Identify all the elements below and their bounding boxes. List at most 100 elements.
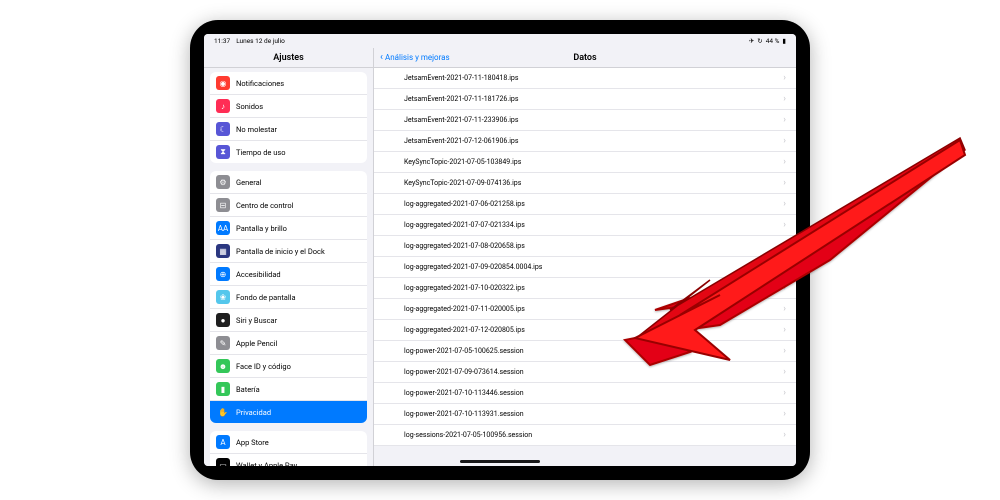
sidebar-item-face-id-y-c-digo[interactable]: ☻Face ID y código [210,355,367,378]
chevron-right-icon: › [783,283,786,293]
file-row[interactable]: log-aggregated-2021-07-12-020805.ips› [374,320,796,341]
chevron-right-icon: › [783,136,786,146]
sidebar-item-label: Batería [236,385,260,394]
file-name: log-sessions-2021-07-05-100956.session [404,431,532,439]
file-row[interactable]: log-power-2021-07-09-073614.session› [374,362,796,383]
file-row[interactable]: log-power-2021-07-10-113446.session› [374,383,796,404]
file-row[interactable]: log-aggregated-2021-07-06-021258.ips › [374,194,796,215]
file-name: log-aggregated-2021-07-11-020005.ips [404,305,525,313]
chevron-right-icon: › [783,199,786,209]
ipad-frame: 11:37 Lunes 12 de julio ✈ ↻ 44 % ▮ Ajust… [190,20,810,480]
file-row[interactable]: KeySyncTopic-2021-07-05-103849.ips › [374,152,796,173]
sidebar-icon: ◉ [216,76,230,90]
sidebar-item-app-store[interactable]: AApp Store [210,431,367,454]
header-row: Ajustes ‹ Análisis y mejoras Datos [204,48,796,68]
sidebar-item-label: Accesibilidad [236,270,281,279]
status-date: Lunes 12 de julio [236,37,285,45]
file-name: log-power-2021-07-05-100625.session [404,347,524,355]
sidebar-icon: ☻ [216,359,230,373]
chevron-right-icon: › [783,157,786,167]
home-indicator[interactable] [460,460,540,463]
sidebar-item-label: Wallet y Apple Pay [236,461,297,467]
sidebar-icon: ⚙ [216,175,230,189]
sidebar-item-label: Pantalla de inicio y el Dock [236,247,325,256]
sidebar-icon: ● [216,313,230,327]
file-name: KeySyncTopic-2021-07-09-074136.ips [404,179,521,187]
sidebar-title: Ajustes [273,53,303,63]
chevron-right-icon: › [783,304,786,314]
back-button[interactable]: ‹ Análisis y mejoras [380,53,450,63]
sidebar-item-apple-pencil[interactable]: ✎Apple Pencil [210,332,367,355]
sidebar-icon: AA [216,221,230,235]
sidebar-header: Ajustes [204,48,374,67]
sidebar-item-label: Notificaciones [236,79,284,88]
sidebar-icon: ♪ [216,99,230,113]
file-row[interactable]: log-power-2021-07-05-100625.session› [374,341,796,362]
file-row[interactable]: log-aggregated-2021-07-08-020658.ips› [374,236,796,257]
sidebar-icon: ▭ [216,458,230,466]
chevron-left-icon: ‹ [380,53,383,63]
chevron-right-icon: › [783,73,786,83]
sidebar-item-label: No molestar [236,125,277,134]
sidebar-item-sonidos[interactable]: ♪ Sonidos [210,95,367,118]
file-row[interactable]: log-aggregated-2021-07-07-021334.ips › [374,215,796,236]
sidebar-item-tiempo-de-uso[interactable]: ⧗Tiempo de uso [210,141,367,163]
sidebar-item-general[interactable]: ⚙General [210,171,367,194]
sidebar-item-siri-y-buscar[interactable]: ● Siri y Buscar [210,309,367,332]
sidebar-item-fondo-de-pantalla[interactable]: ❀Fondo de pantalla [210,286,367,309]
file-row[interactable]: JetsamEvent-2021-07-11-233906.ips› [374,110,796,131]
file-row[interactable]: log-power-2021-07-10-113931.session› [374,404,796,425]
file-name: log-aggregated-2021-07-07-021334.ips [404,221,525,229]
file-list: JetsamEvent-2021-07-11-180418.ips›Jetsam… [374,68,796,446]
file-row[interactable]: log-aggregated-2021-07-10-020322.ips› [374,278,796,299]
chevron-right-icon: › [783,409,786,419]
sidebar-item-label: Siri y Buscar [236,316,277,325]
sidebar-group: AApp Store ▭ Wallet y Apple Pay [210,431,367,466]
file-row[interactable]: JetsamEvent-2021-07-11-180418.ips › [374,68,796,89]
file-row[interactable]: log-aggregated-2021-07-09-020854.0004.ip… [374,257,796,278]
status-bar: 11:37 Lunes 12 de julio ✈ ↻ 44 % ▮ [204,34,796,48]
battery-icon: ▮ [782,37,786,45]
sidebar-item-wallet-y-apple-pay[interactable]: ▭ Wallet y Apple Pay [210,454,367,466]
file-row[interactable]: JetsamEvent-2021-07-12-061906.ips › [374,131,796,152]
sidebar-item-pantalla-de-inicio-y-el-dock[interactable]: ▦Pantalla de inicio y el Dock [210,240,367,263]
file-row[interactable]: log-aggregated-2021-07-11-020005.ips › [374,299,796,320]
battery-text: 44 % [766,37,780,45]
file-name: JetsamEvent-2021-07-12-061906.ips [404,137,518,145]
back-label: Análisis y mejoras [385,53,450,62]
file-name: log-aggregated-2021-07-06-021258.ips [404,200,525,208]
file-name: JetsamEvent-2021-07-11-180418.ips [404,74,518,82]
file-name: JetsamEvent-2021-07-11-181726.ips [404,95,518,103]
sidebar-icon: ✋ [216,405,230,419]
chevron-right-icon: › [783,220,786,230]
sidebar-item-privacidad[interactable]: ✋Privacidad [210,401,367,423]
file-row[interactable]: JetsamEvent-2021-07-11-181726.ips› [374,89,796,110]
sidebar-item-label: Fondo de pantalla [236,293,296,302]
lock-icon: ↻ [757,37,762,45]
file-row[interactable]: KeySyncTopic-2021-07-09-074136.ips › [374,173,796,194]
file-name: KeySyncTopic-2021-07-05-103849.ips [404,158,521,166]
sidebar-group: ⚙General⊟Centro de controlAAPantalla y b… [210,171,367,423]
sidebar-item-accesibilidad[interactable]: ⊕ Accesibilidad [210,263,367,286]
sidebar-icon: ⊕ [216,267,230,281]
sidebar-item-label: Sonidos [236,102,263,111]
file-name: log-aggregated-2021-07-09-020854.0004.ip… [404,263,542,271]
main-header: ‹ Análisis y mejoras Datos [374,48,796,67]
sidebar-group: ◉ Notificaciones ♪ Sonidos ☾ No molestar ⧗Tiem… [210,72,367,163]
sidebar[interactable]: ◉ Notificaciones ♪ Sonidos ☾ No molestar ⧗Tiem… [204,68,374,466]
sidebar-item-bater-a[interactable]: ▮ Batería [210,378,367,401]
sidebar-item-label: Apple Pencil [236,339,277,348]
wifi-icon: ✈ [749,37,754,45]
chevron-right-icon: › [783,367,786,377]
sidebar-item-centro-de-control[interactable]: ⊟Centro de control [210,194,367,217]
sidebar-icon: ☾ [216,122,230,136]
sidebar-item-pantalla-y-brillo[interactable]: AAPantalla y brillo [210,217,367,240]
file-name: log-aggregated-2021-07-08-020658.ips [404,242,525,250]
sidebar-item-no-molestar[interactable]: ☾ No molestar [210,118,367,141]
file-row[interactable]: log-sessions-2021-07-05-100956.session› [374,425,796,446]
sidebar-item-notificaciones[interactable]: ◉ Notificaciones [210,72,367,95]
sidebar-icon: ▮ [216,382,230,396]
sidebar-icon: ⧗ [216,145,230,159]
chevron-right-icon: › [783,178,786,188]
main-panel[interactable]: JetsamEvent-2021-07-11-180418.ips›Jetsam… [374,68,796,466]
